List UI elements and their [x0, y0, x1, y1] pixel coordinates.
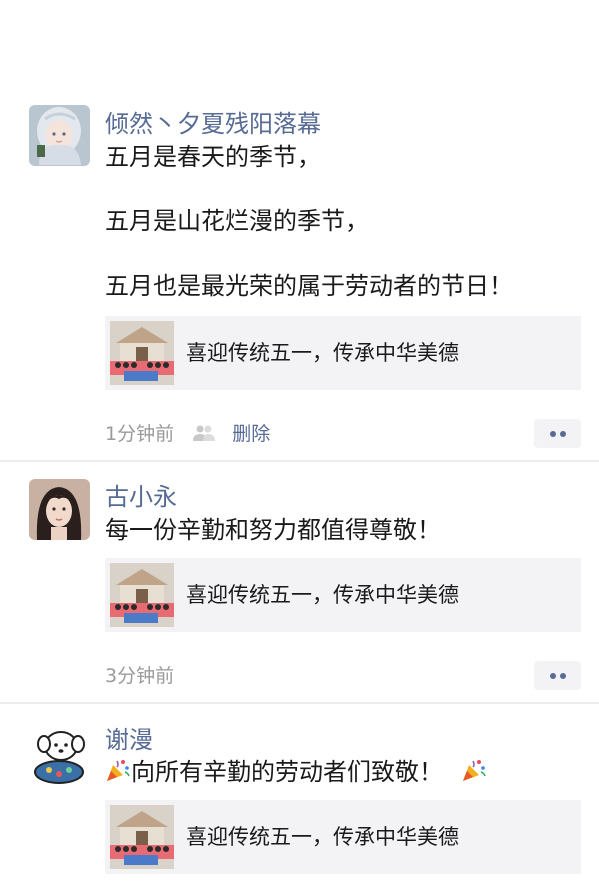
post-text-line: 五月也是最光荣的属于劳动者的节日！	[105, 272, 513, 300]
shared-link-card[interactable]: 喜迎传统五一，传承中华美德	[105, 316, 581, 390]
post-time: 1分钟前	[105, 423, 175, 445]
moment-post: 谢漫 向所有辛勤的劳动者们致敬！ 喜迎传统五一，传承中华美德	[0, 702, 599, 887]
friends-icon[interactable]	[192, 423, 216, 441]
shared-link-card[interactable]: 喜迎传统五一，传承中华美德	[105, 800, 581, 874]
link-title: 喜迎传统五一，传承中华美德	[186, 341, 459, 365]
moment-post: 古小永 每一份辛勤和努力都值得尊敬！ 喜迎传统五一，传承中华美德 3分钟前	[0, 460, 599, 702]
post-meta: 3分钟前	[105, 663, 174, 689]
dot-icon	[560, 431, 566, 437]
author-name[interactable]: 谢漫	[105, 725, 153, 755]
girl-silver-hair-avatar-icon	[29, 105, 90, 166]
party-popper-icon	[461, 757, 487, 783]
avatar[interactable]	[29, 726, 90, 787]
dot-icon	[550, 673, 556, 679]
post-text-line: 五月是春天的季节，	[105, 143, 321, 171]
more-actions-button[interactable]	[534, 419, 581, 448]
post-text-line: 每一份辛勤和努力都值得尊敬！	[105, 516, 441, 544]
avatar[interactable]	[29, 479, 90, 540]
more-actions-button[interactable]	[534, 661, 581, 690]
post-text-line: 向所有辛勤的劳动者们致敬！	[131, 758, 443, 786]
party-popper-icon	[105, 757, 131, 783]
author-name[interactable]: 古小永	[105, 482, 177, 512]
shared-link-card[interactable]: 喜迎传统五一，传承中华美德	[105, 558, 581, 632]
link-thumbnail	[110, 805, 174, 869]
girl-photo-avatar-icon	[29, 479, 90, 540]
delete-link[interactable]: 删除	[232, 423, 270, 445]
author-name[interactable]: 倾然丶夕夏残阳落幕	[105, 109, 321, 139]
link-thumbnail	[110, 563, 174, 627]
group-photo-thumbnail-icon	[110, 563, 174, 627]
link-title: 喜迎传统五一，传承中华美德	[186, 583, 459, 607]
post-time: 3分钟前	[105, 665, 175, 687]
moment-post: 倾然丶夕夏残阳落幕 五月是春天的季节， 五月是山花烂漫的季节， 五月也是最光荣的…	[0, 0, 599, 460]
link-thumbnail	[110, 321, 174, 385]
group-photo-thumbnail-icon	[110, 321, 174, 385]
group-photo-thumbnail-icon	[110, 805, 174, 869]
post-text-row: 向所有辛勤的劳动者们致敬！	[105, 756, 487, 788]
dot-icon	[560, 673, 566, 679]
post-text-line: 五月是山花烂漫的季节，	[105, 207, 369, 235]
link-title: 喜迎传统五一，传承中华美德	[186, 825, 459, 849]
dot-icon	[550, 431, 556, 437]
avatar[interactable]	[29, 105, 90, 166]
cartoon-dog-avatar-icon	[29, 726, 90, 787]
post-meta: 1分钟前 删除	[105, 421, 270, 447]
